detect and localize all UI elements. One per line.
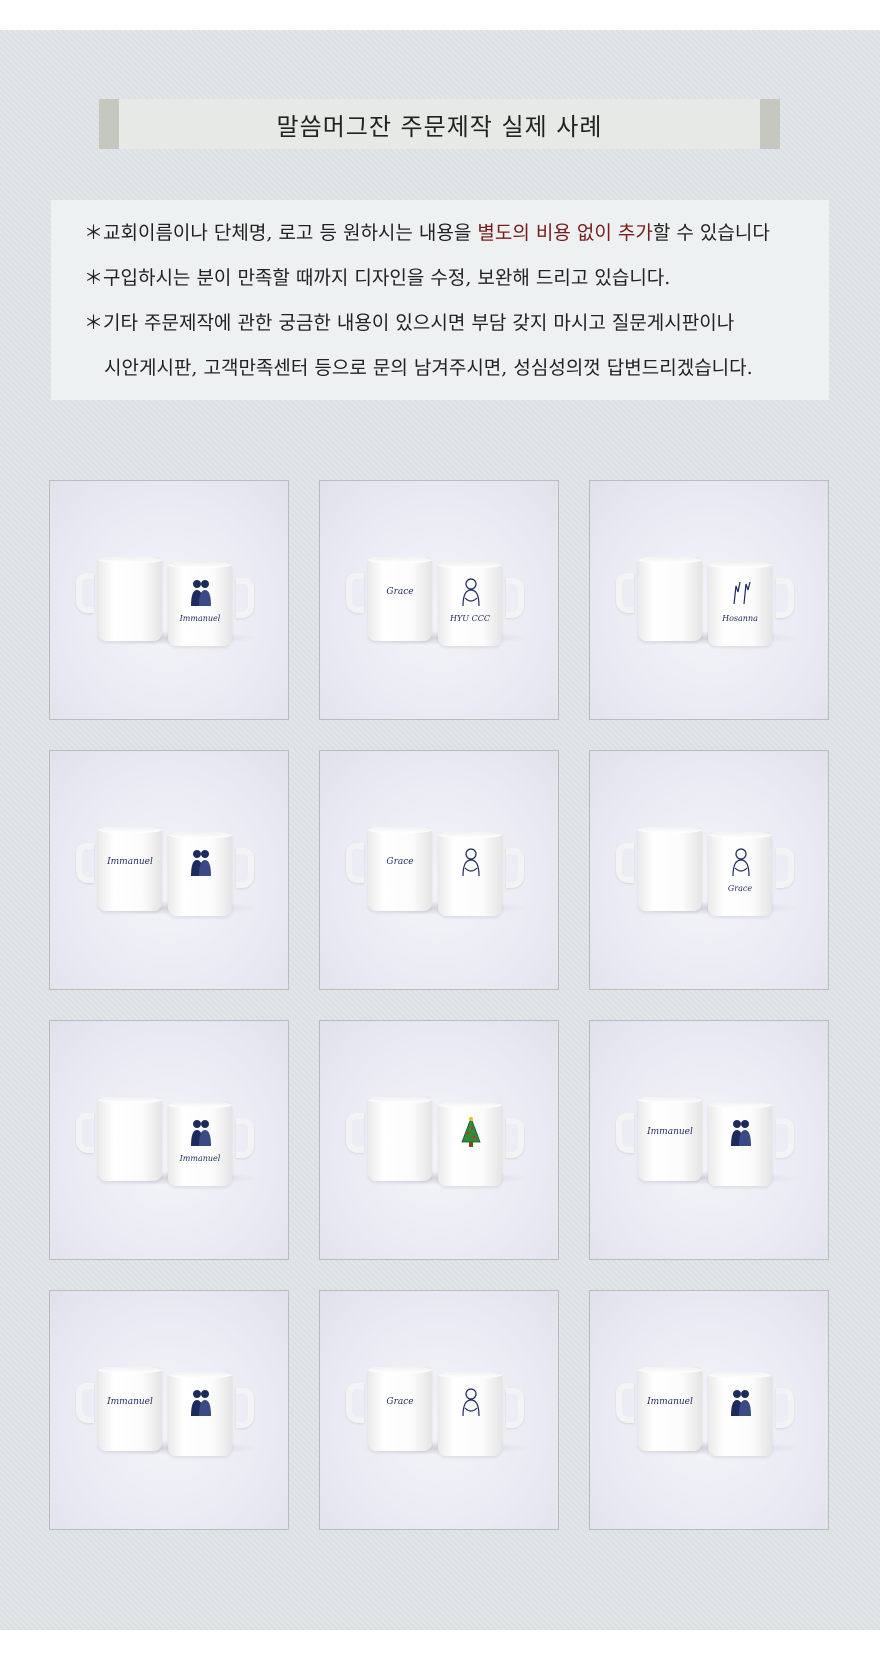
gallery-item[interactable]: Grace — [319, 1290, 559, 1530]
mug-right: Grace — [708, 832, 794, 916]
mug-handle — [236, 1388, 254, 1428]
mug-left — [616, 557, 702, 641]
mug-left — [76, 1097, 162, 1181]
mug-left — [76, 557, 162, 641]
couple-illustration-icon — [191, 1120, 211, 1146]
mug-right — [708, 1372, 794, 1456]
hands-illustration-icon — [733, 581, 751, 605]
hug-illustration-icon — [462, 848, 480, 877]
notice-line-1-suffix: 할 수 있습니다 — [652, 222, 770, 244]
mug-right: Immanuel — [168, 562, 254, 646]
mug-left-print: Grace — [386, 857, 414, 867]
mug-handle — [76, 573, 94, 613]
mug-handle — [776, 1118, 794, 1158]
mug-left-print: Immanuel — [107, 1397, 153, 1407]
title-banner: 말씀머그잔 주문제작 실제 사례 — [99, 99, 780, 149]
mug-handle — [776, 578, 794, 618]
hug-illustration-icon — [462, 578, 480, 607]
notice-line-1: ＊교회이름이나 단체명, 로고 등 원하시는 내용을 별도의 비용 없이 추가할… — [84, 218, 770, 245]
gallery-item[interactable] — [319, 1020, 559, 1260]
mug-right: Hosanna — [708, 562, 794, 646]
mug-handle — [236, 578, 254, 618]
gallery-item[interactable]: Hosanna — [589, 480, 829, 720]
mug-left-print: Grace — [386, 1397, 414, 1407]
mug-left: Immanuel — [616, 1097, 702, 1181]
notice-line-4: 시안게시판, 고객만족센터 등으로 문의 남겨주시면, 성심성의껏 답변드리겠습… — [104, 357, 753, 379]
mug-handle — [776, 848, 794, 888]
gallery-item[interactable]: Grace — [319, 750, 559, 990]
gallery-item[interactable]: Immanuel — [49, 1020, 289, 1260]
mug-handle — [346, 843, 364, 883]
mug-handle — [616, 1383, 634, 1423]
mug-left-print: Immanuel — [647, 1397, 693, 1407]
mug-handle — [506, 848, 524, 888]
mug-handle — [76, 843, 94, 883]
notice-line-1-accent: 별도의 비용 없이 추가 — [477, 222, 653, 244]
mug-handle — [616, 843, 634, 883]
hug-illustration-icon — [462, 1388, 480, 1417]
mug-right — [708, 1102, 794, 1186]
mug-right — [438, 832, 524, 916]
mug-right-print: HYU CCC — [450, 614, 490, 623]
mug-left — [346, 1097, 432, 1181]
mug-handle — [236, 1118, 254, 1158]
mug-handle — [616, 1113, 634, 1153]
tree-illustration-icon — [461, 1116, 481, 1147]
gallery-item[interactable]: Grace HYU CCC — [319, 480, 559, 720]
mug-handle — [236, 848, 254, 888]
mug-handle — [506, 1388, 524, 1428]
mug-left-print: Immanuel — [647, 1127, 693, 1137]
mug-left-print: Grace — [386, 587, 414, 597]
notice-line-2: ＊구입하시는 분이 만족할 때까지 디자인을 수정, 보완해 드리고 있습니다. — [84, 267, 671, 289]
mug-right-print: Hosanna — [722, 614, 758, 623]
gallery-item[interactable]: Immanuel — [49, 480, 289, 720]
mug-handle — [506, 1118, 524, 1158]
gallery-item[interactable]: Immanuel — [49, 750, 289, 990]
couple-illustration-icon — [731, 1390, 751, 1416]
mug-right — [168, 832, 254, 916]
gallery-item[interactable]: Immanuel — [589, 1020, 829, 1260]
mug-handle — [76, 1383, 94, 1423]
mug-handle — [346, 573, 364, 613]
mug-left: Immanuel — [76, 827, 162, 911]
couple-illustration-icon — [191, 580, 211, 606]
mug-right-print: Grace — [727, 884, 753, 893]
mug-left — [616, 827, 702, 911]
notice-box: ＊교회이름이나 단체명, 로고 등 원하시는 내용을 별도의 비용 없이 추가할… — [51, 200, 829, 400]
mug-handle — [346, 1113, 364, 1153]
mug-left: Grace — [346, 1367, 432, 1451]
mug-right: Immanuel — [168, 1102, 254, 1186]
notice-line-3: ＊기타 주문제작에 관한 궁금한 내용이 있으시면 부담 갖지 마시고 질문게시… — [84, 312, 735, 334]
mug-left: Grace — [346, 827, 432, 911]
mug-handle — [776, 1388, 794, 1428]
page-title: 말씀머그잔 주문제작 실제 사례 — [276, 112, 603, 141]
couple-illustration-icon — [191, 1390, 211, 1416]
gallery-item[interactable]: Immanuel — [589, 1290, 829, 1530]
gallery-item[interactable]: Grace — [589, 750, 829, 990]
mug-right — [168, 1372, 254, 1456]
gallery-item[interactable]: Immanuel — [49, 1290, 289, 1530]
mug-right — [438, 1372, 524, 1456]
mug-left: Immanuel — [616, 1367, 702, 1451]
mug-handle — [346, 1383, 364, 1423]
mug-right: HYU CCC — [438, 562, 524, 646]
mug-right-print: Immanuel — [179, 614, 221, 623]
mug-right — [438, 1102, 524, 1186]
mug-left: Grace — [346, 557, 432, 641]
couple-illustration-icon — [731, 1120, 751, 1146]
mug-handle — [506, 578, 524, 618]
mug-left-print: Immanuel — [107, 857, 153, 867]
notice-line-1-prefix: ＊교회이름이나 단체명, 로고 등 원하시는 내용을 — [84, 222, 478, 244]
mug-handle — [76, 1113, 94, 1153]
couple-illustration-icon — [191, 850, 211, 876]
mug-handle — [616, 573, 634, 613]
hug-illustration-icon — [732, 848, 750, 877]
mug-left: Immanuel — [76, 1367, 162, 1451]
mug-right-print: Immanuel — [179, 1154, 221, 1163]
